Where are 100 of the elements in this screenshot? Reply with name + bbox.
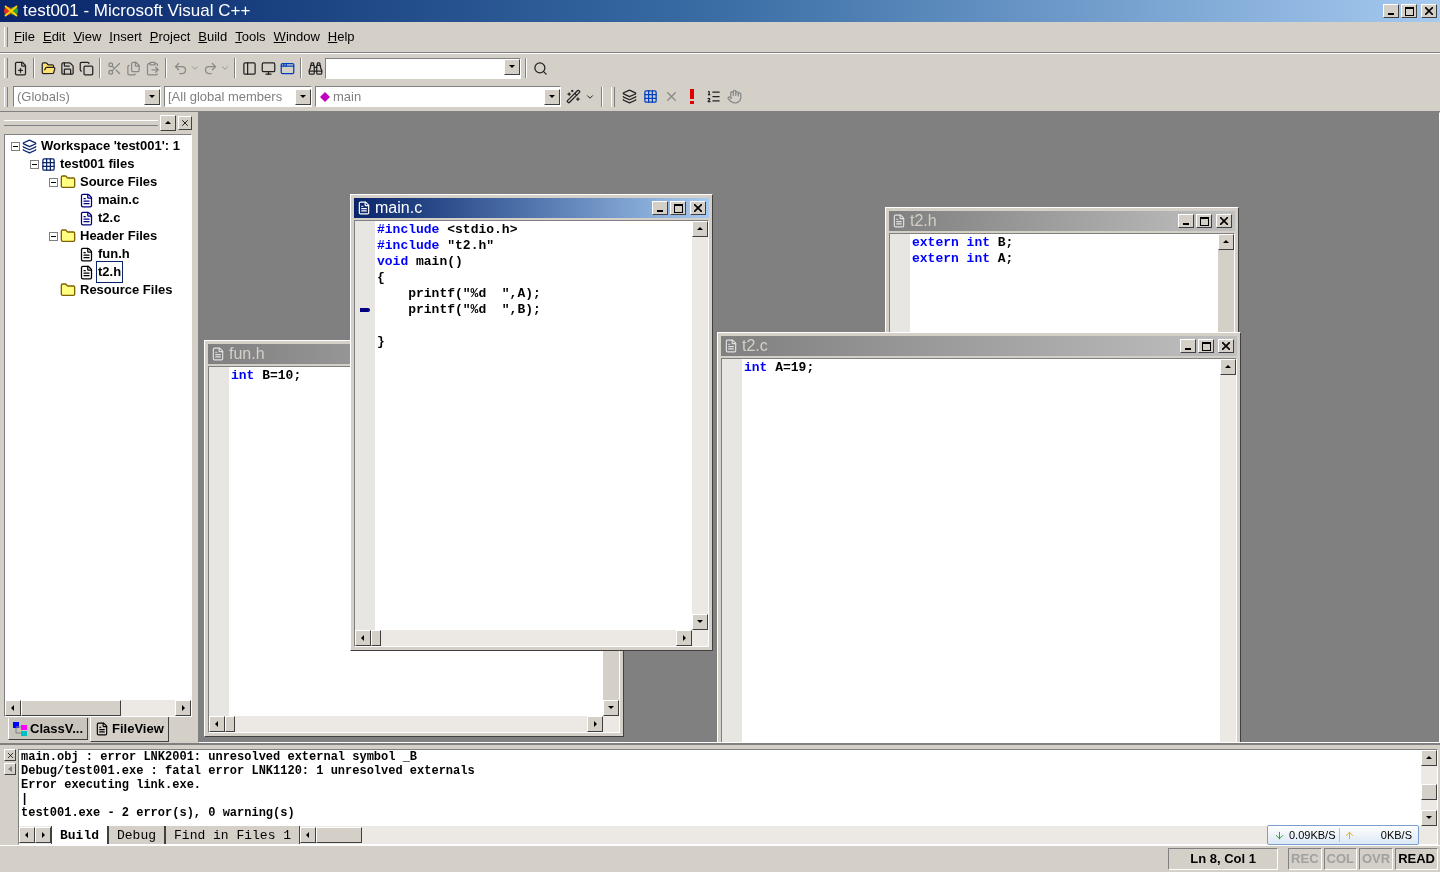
expander-icon[interactable] [30,159,39,169]
expander-icon[interactable] [11,141,20,151]
scroll-down-button[interactable] [603,700,619,716]
scroll-up-button[interactable] [692,221,708,237]
vertical-scrollbar[interactable] [692,221,708,630]
upload-speed: 0KB/S [1379,827,1412,843]
expander-icon[interactable] [49,231,58,241]
minimize-button[interactable] [1178,214,1194,228]
save-all-icon[interactable] [77,59,95,77]
workspace-tab[interactable]: FileView [90,717,169,742]
maximize-icon [673,203,683,213]
maximize-button[interactable] [1198,339,1214,353]
expander-icon[interactable] [49,177,58,187]
tab-scroll-right-button[interactable] [35,827,51,843]
output-tab[interactable]: Build [51,826,108,844]
output-icon[interactable] [259,59,277,77]
combo-value: main [332,87,363,106]
maximize-button[interactable] [670,201,686,215]
menu-item[interactable]: Help [323,27,359,47]
arrow-icon [7,766,13,772]
new-file-icon[interactable] [11,59,29,77]
scroll-down-button[interactable] [1421,810,1437,826]
close-button[interactable] [1421,4,1437,18]
vertical-scrollbar[interactable] [1220,359,1236,742]
output-line: main.obj : error LNK2001: unresolved external symbol _B [21,750,419,764]
binoculars-icon[interactable] [306,59,324,77]
folder-icon [60,174,76,190]
cursor-position: Ln 8, Col 1 [1168,848,1279,870]
dropdown-button[interactable] [504,58,520,75]
scroll-left-button[interactable] [5,700,21,716]
output-line: | [21,792,30,806]
scroll-up-button[interactable] [1421,750,1437,766]
code-line: int A=19; [743,359,815,378]
close-button[interactable] [1216,214,1232,228]
menu-item[interactable]: Project [145,27,195,47]
document-icon [892,214,906,228]
maximize-button[interactable] [1401,4,1417,18]
code-line: printf("%d ",B); [407,301,541,320]
scroll-left-button[interactable] [209,716,225,732]
workspace-icon [22,138,37,154]
workspace-icon[interactable] [240,59,258,77]
file-view-icon [95,722,109,736]
vertical-scrollbar[interactable] [1421,750,1437,826]
menu-item[interactable]: Window [269,27,324,47]
horizontal-scrollbar[interactable] [209,716,619,732]
tab-scroll-left-button[interactable] [19,827,35,843]
scrollbar-thumb[interactable] [1421,784,1437,800]
folder-icon [60,228,76,244]
editor-title: fun.h [229,344,266,364]
panel-close-button[interactable] [178,116,192,130]
open-folder-icon[interactable] [39,59,57,77]
output-line: Error executing link.exe. [21,778,203,792]
editor-title: t2.c [742,336,769,356]
output-close-button[interactable] [4,749,16,761]
maximize-icon [1199,216,1209,226]
close-button[interactable] [1218,339,1234,353]
workspace-tab[interactable]: ClassV... [8,718,88,740]
minimize-button[interactable] [652,201,668,215]
output-tab[interactable]: Find in Files 1 [165,826,301,844]
menu-item[interactable]: Tools [231,27,270,47]
tree-item[interactable]: t2.h [96,261,124,283]
close-button[interactable] [690,201,706,215]
menu-item[interactable]: Edit [38,27,70,47]
document-icon [211,347,225,361]
scroll-up-button[interactable] [1220,359,1236,375]
folder-icon [60,282,76,298]
scroll-right-button[interactable] [676,630,692,646]
header-file-icon [79,246,94,262]
scrollbar-thumb[interactable] [21,700,121,716]
scroll-down-button[interactable] [692,614,708,630]
output-dock-button[interactable] [4,763,16,775]
error-marker-icon [360,308,370,312]
horizontal-scrollbar[interactable] [355,630,708,646]
horizontal-scrollbar[interactable] [300,827,363,843]
scroll-up-button[interactable] [1218,234,1234,250]
menu-item[interactable]: Build [194,27,232,47]
maximize-button[interactable] [1196,214,1212,228]
scroll-left-button[interactable] [355,630,371,646]
menu-item[interactable]: View [69,27,106,47]
code-line: #include "t2.h" [376,237,495,256]
scrollbar-thumb[interactable] [316,827,363,843]
build-icon[interactable] [641,87,659,106]
maximize-icon [1404,6,1414,16]
save-icon[interactable] [58,59,76,77]
menu-item[interactable]: Insert [105,27,146,47]
scroll-right-button[interactable] [175,700,191,716]
scrollbar-thumb[interactable] [371,630,381,646]
class-view-icon [13,721,27,736]
minimize-button[interactable] [1180,339,1196,353]
scroll-right-button[interactable] [587,716,603,732]
scrollbar-thumb[interactable] [225,716,235,732]
download-speed: 0.09KB/S [1289,827,1336,843]
panel-up-button[interactable] [160,115,176,131]
horizontal-scrollbar[interactable] [5,700,191,716]
scroll-left-button[interactable] [300,827,317,843]
output-tab[interactable]: Debug [108,826,166,844]
find-combo[interactable] [325,57,521,79]
menu-item[interactable]: File [10,27,39,47]
minimize-button[interactable] [1383,4,1399,18]
document-icon [724,339,738,353]
